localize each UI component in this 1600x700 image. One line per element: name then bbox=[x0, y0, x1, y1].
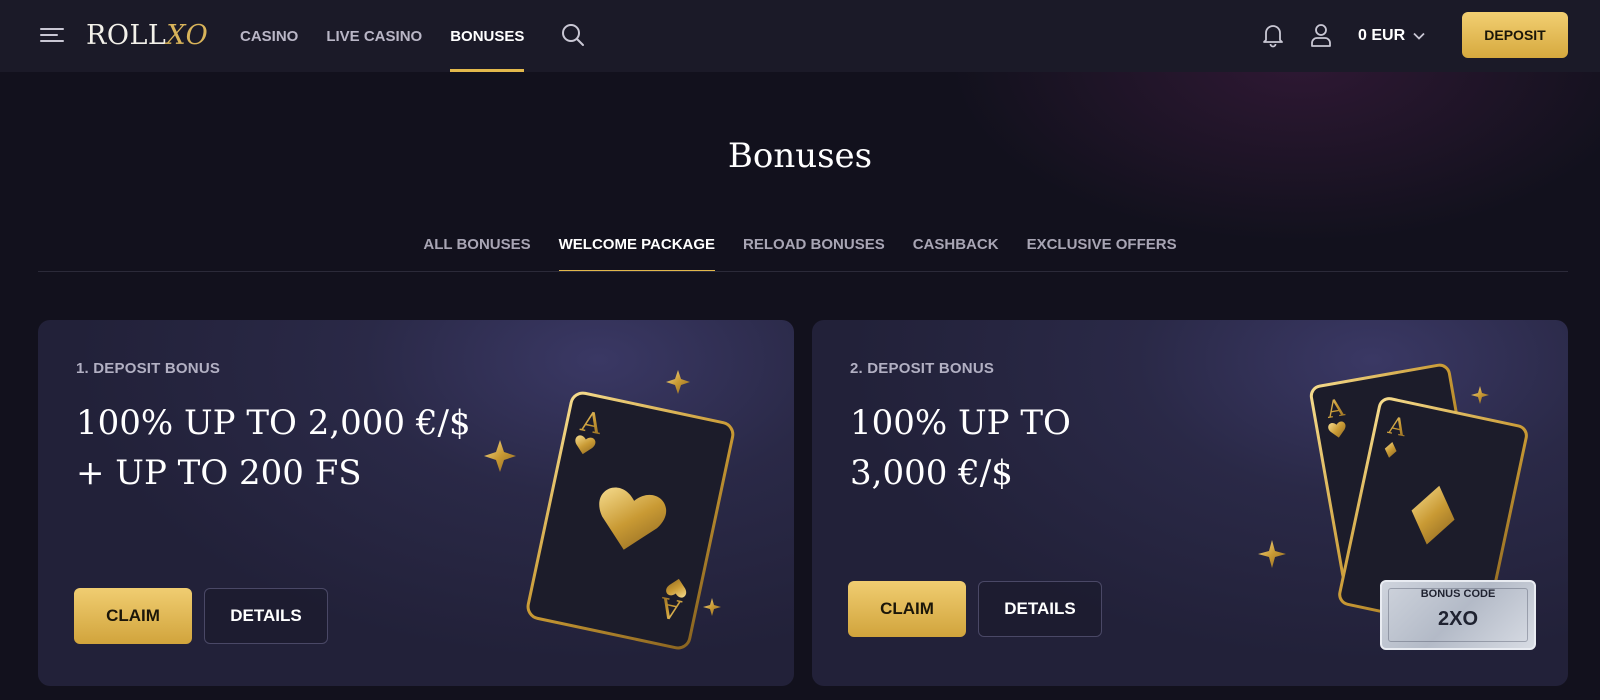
nav-bonuses[interactable]: BONUSES bbox=[450, 0, 525, 72]
tab-reload-bonuses[interactable]: RELOAD BONUSES bbox=[743, 224, 885, 272]
logo-text-roll: ROLL bbox=[86, 19, 167, 51]
menu-icon[interactable] bbox=[40, 26, 64, 44]
sparkle-icon bbox=[484, 440, 516, 472]
claim-button[interactable]: CLAIM bbox=[848, 581, 966, 637]
nav-live-casino[interactable]: LIVE CASINO bbox=[326, 0, 422, 72]
logo-text-xo: XO bbox=[166, 19, 209, 51]
bonus-card-deposit-2: 2. DEPOSIT BONUS 100% UP TO 3,000 €/$ A … bbox=[812, 320, 1568, 686]
tab-exclusive-offers[interactable]: EXCLUSIVE OFFERS bbox=[1027, 224, 1177, 272]
nav-casino[interactable]: CASINO bbox=[240, 0, 298, 72]
sparkle-icon bbox=[1471, 386, 1489, 404]
details-button[interactable]: DETAILS bbox=[204, 588, 328, 644]
bonus-card-label: 1. DEPOSIT BONUS bbox=[76, 360, 221, 377]
bonus-code-label: BONUS CODE bbox=[1420, 588, 1496, 600]
tab-all-bonuses[interactable]: ALL BONUSES bbox=[423, 224, 530, 272]
claim-button[interactable]: CLAIM bbox=[74, 588, 192, 644]
sparkle-icon bbox=[666, 370, 690, 394]
details-button[interactable]: DETAILS bbox=[978, 581, 1102, 637]
top-navigation-bar: ROLL XO CASINO LIVE CASINO BONUSES 0 EUR … bbox=[0, 0, 1600, 72]
main-nav: CASINO LIVE CASINO BONUSES bbox=[240, 0, 552, 72]
chevron-down-icon bbox=[1413, 32, 1425, 40]
sparkle-icon bbox=[703, 598, 721, 616]
bonus-card-offer: 100% UP TO 3,000 €/$ bbox=[850, 403, 1071, 493]
bonus-category-tabs: ALL BONUSES WELCOME PACKAGE RELOAD BONUS… bbox=[0, 224, 1600, 272]
sparkle-icon bbox=[1258, 540, 1286, 568]
deposit-button[interactable]: DEPOSIT bbox=[1462, 12, 1568, 58]
tab-welcome-package[interactable]: WELCOME PACKAGE bbox=[558, 224, 716, 272]
ace-of-hearts-card-illustration: A A bbox=[484, 370, 735, 650]
bonus-code-badge[interactable]: BONUS CODE 2XO bbox=[1380, 580, 1536, 650]
bonus-card-label: 2. DEPOSIT BONUS bbox=[850, 360, 995, 377]
tabs-divider bbox=[38, 271, 1568, 272]
rollxo-logo[interactable]: ROLL XO bbox=[86, 16, 208, 54]
bonus-card-offer: 100% UP TO 2,000 €/$ + UP TO 200 FS bbox=[76, 403, 471, 493]
balance-selector[interactable]: 0 EUR bbox=[1358, 0, 1425, 72]
search-icon[interactable] bbox=[560, 22, 586, 48]
bonus-code-value: 2XO bbox=[1437, 608, 1479, 630]
bonus-card-deposit-1: 1. DEPOSIT BONUS 100% UP TO 2,000 €/$ + … bbox=[38, 320, 794, 686]
tab-cashback[interactable]: CASHBACK bbox=[913, 224, 999, 272]
page-title: Bonuses bbox=[727, 136, 873, 176]
balance-amount: 0 EUR bbox=[1358, 27, 1406, 44]
user-icon[interactable] bbox=[1310, 22, 1332, 48]
bell-icon[interactable] bbox=[1262, 22, 1284, 48]
